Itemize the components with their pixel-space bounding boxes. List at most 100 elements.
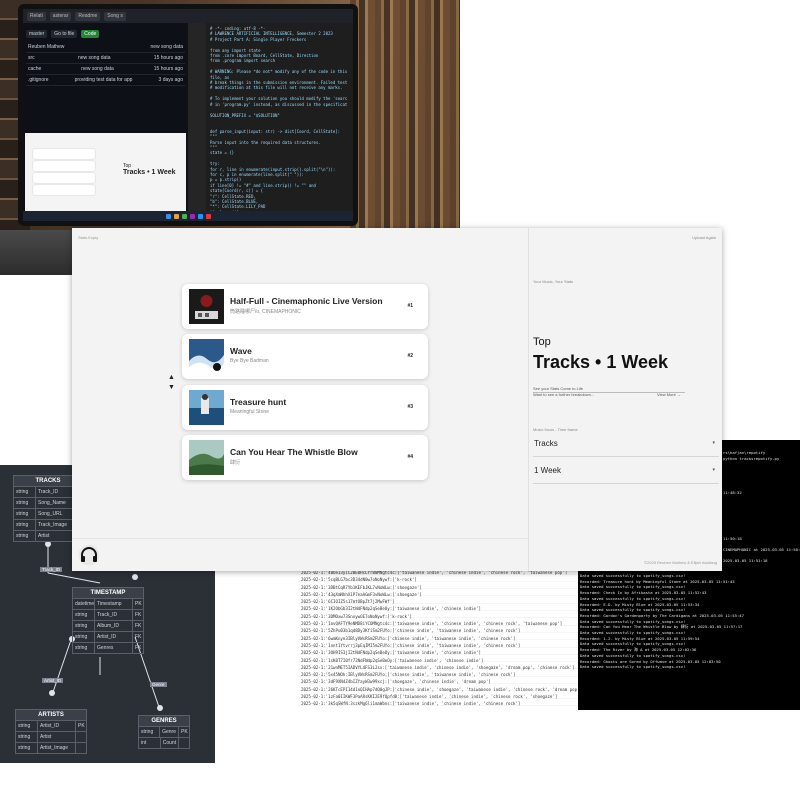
mini-app-preview: Top Tracks • 1 Week <box>25 133 186 213</box>
terminal-line: 2025-03-05 11:51:18 <box>723 558 768 564</box>
vscode-icon[interactable] <box>197 213 203 219</box>
scroll-arrows: ▲ ▼ <box>168 373 175 393</box>
er-field: Artist_ID <box>38 721 76 731</box>
mini-track-row <box>33 185 95 195</box>
focus-select-value: Tracks <box>534 439 558 448</box>
csv-row: 2025-02-1:'1nnt1Ytvrrj3pEqIMI5m2FUYo:['c… <box>301 642 521 648</box>
browser-tab[interactable]: Readme <box>75 11 101 21</box>
er-type: string <box>14 498 36 508</box>
file-name[interactable]: src <box>28 55 35 61</box>
mini-track-row <box>33 161 95 171</box>
code-button[interactable]: Code <box>81 30 100 38</box>
commit-user: Reuben Mathew <box>28 44 65 50</box>
code-editor[interactable]: # -*- coding: utf-8 -*- # LAWRENCE ARTIFI… <box>188 23 353 221</box>
track-card[interactable]: Can You Hear The Whistle Blow 肆衍 #4 <box>182 435 428 480</box>
file-name[interactable]: .gitignore <box>28 77 49 83</box>
track-rank: #4 <box>407 454 413 460</box>
csv-row: 2025-02-1:'5ZhPu03b1qd8Dy3KfiSm2FUYo:['c… <box>301 628 521 634</box>
track-artist: Meaningful Stone <box>230 409 269 415</box>
scroll-down-icon[interactable]: ▼ <box>168 383 175 393</box>
upload-again-link[interactable]: Upload Again <box>692 235 716 240</box>
csv-row: 2025-02-1:'21wnMET5IADVYL4FS3L2sv:['taiw… <box>301 664 575 670</box>
breakdown-text: Want to see a further breakdown... <box>533 392 595 397</box>
track-title: Wave <box>230 346 252 356</box>
file-row[interactable]: src new song data 15 hours ago <box>26 53 185 64</box>
er-table-genres: GENRES string Genre PK int Count <box>138 715 190 749</box>
er-key: FK <box>135 634 142 640</box>
track-card[interactable]: Half-Full - Cinemaphonic Live Version 筒路… <box>182 284 428 329</box>
code-lines: # -*- coding: utf-8 -*- # LAWRENCE ARTIFI… <box>210 26 350 221</box>
windows-icon[interactable] <box>165 213 171 219</box>
code-line: def parse_input(input: str) -> dict[Coor… <box>210 128 341 134</box>
app-icon[interactable] <box>189 213 195 219</box>
go-to-file-button[interactable]: Go to file <box>51 30 78 38</box>
er-type: string <box>73 610 95 620</box>
er-field: Artist <box>38 732 76 742</box>
er-type: string <box>16 743 38 753</box>
er-key: PK <box>78 723 85 729</box>
code-line: # WARNING: Please *do not* modify any of… <box>210 69 348 80</box>
csv-row: 2025-02-1:'3OH9IS3jI2tNdFNdp2qSeBeOy:['t… <box>301 650 481 656</box>
app-brand[interactable]: Stats.Expty <box>78 235 98 240</box>
csv-row: 2025-02-1:'43qXmNhhX1P7eaAGmF3vNoWLw:['s… <box>301 591 422 597</box>
er-field: Timestamp <box>95 599 133 609</box>
er-type: string <box>14 509 36 519</box>
er-key: PK <box>135 601 142 607</box>
er-field: Count <box>161 738 180 748</box>
focus-select[interactable]: Tracks ▾ <box>533 435 719 457</box>
er-type: datetime <box>75 599 95 609</box>
laptop-screen: Relati asterar Readme Song s master Go t… <box>23 9 353 221</box>
csv-row: 2025-02-1:'3DMOxw73SnvywOE7oNoNywf:['k-r… <box>301 613 412 619</box>
er-key: FK <box>135 645 142 651</box>
music-focus-label: Music focus - Time frame <box>533 427 578 432</box>
view-more-link[interactable]: View More → <box>657 392 681 397</box>
track-title: Can You Hear The Whistle Blow <box>230 447 358 457</box>
er-field: Track_ID <box>95 610 133 620</box>
browser-icon[interactable] <box>181 213 187 219</box>
github-repo-pane: master Go to file Code Reuben Mathew new… <box>23 23 188 221</box>
headphones-icon[interactable] <box>78 544 100 566</box>
er-field: Genres <box>95 643 133 653</box>
file-time: 15 hours ago <box>153 66 183 72</box>
csv-data-view: 2025-02-1:'4BUeI3yiC2BE0HcLYrB0MNgtc4c:[… <box>298 567 583 712</box>
file-row[interactable]: .gitignore providing test data for app 3… <box>26 75 185 86</box>
track-card[interactable]: Wave Bye Bye Badman #2 <box>182 334 428 379</box>
code-line: # To implement your solution you should … <box>210 96 348 102</box>
file-time: 15 hours ago <box>153 55 183 61</box>
code-line: # in 'program.py' instead, as discussed … <box>210 101 348 107</box>
folder-icon[interactable] <box>173 213 179 219</box>
app-icon[interactable] <box>205 213 211 219</box>
terminal-line: Data saved successfully to spotify_songs… <box>580 664 686 670</box>
track-title: Treasure hunt <box>230 397 287 407</box>
track-card[interactable]: Treasure hunt Meaningful Stone #3 <box>182 385 428 430</box>
file-name[interactable]: cache <box>28 66 41 72</box>
tagline: Your Music, Your Stats <box>533 279 574 284</box>
csv-row: 2025-02-1:'1sK0T7I0fr72NdFNdp2qSeBeOy:['… <box>301 657 484 663</box>
er-type: string <box>14 487 36 497</box>
er-type: string <box>16 721 38 731</box>
er-relation-label: Genre <box>150 682 167 687</box>
chevron-down-icon: ▾ <box>712 467 715 473</box>
er-key: FK <box>135 612 142 618</box>
browser-tab[interactable]: Song s <box>104 11 126 21</box>
er-type: string <box>73 632 95 642</box>
branch-selector[interactable]: master <box>26 30 48 38</box>
stats-app-window: Stats.Expty ▲ ▼ Half-Full - Cinemaphonic… <box>72 228 722 571</box>
track-artist: 筒路睡哪尸/ʊ, CINEMAPHONIC <box>230 309 301 315</box>
er-table-title: GENRES <box>138 715 190 727</box>
taskbar <box>23 211 353 221</box>
file-row[interactable]: cache new song data 15 hours ago <box>26 64 185 75</box>
er-type: int <box>139 738 161 748</box>
timeframe-select[interactable]: 1 Week ▾ <box>533 462 719 484</box>
scroll-up-icon[interactable]: ▲ <box>168 373 175 383</box>
browser-tab[interactable]: Relati <box>27 11 46 21</box>
terminal-upper-output: rs\hafjan\repotify python tracksrepotify.… <box>723 450 800 564</box>
er-relation-label: Track_ID <box>40 567 63 572</box>
er-table-artists: ARTISTS string Artist_ID PK string Artist s… <box>15 709 87 754</box>
track-artist: Bye Bye Badman <box>230 358 269 364</box>
er-type: string <box>16 732 38 742</box>
browser-tab[interactable]: asterar <box>49 11 72 21</box>
er-field: Artist_ID <box>95 632 133 642</box>
browser-tabbar: Relati asterar Readme Song s <box>23 9 353 23</box>
timeframe-select-value: 1 Week <box>534 466 561 475</box>
